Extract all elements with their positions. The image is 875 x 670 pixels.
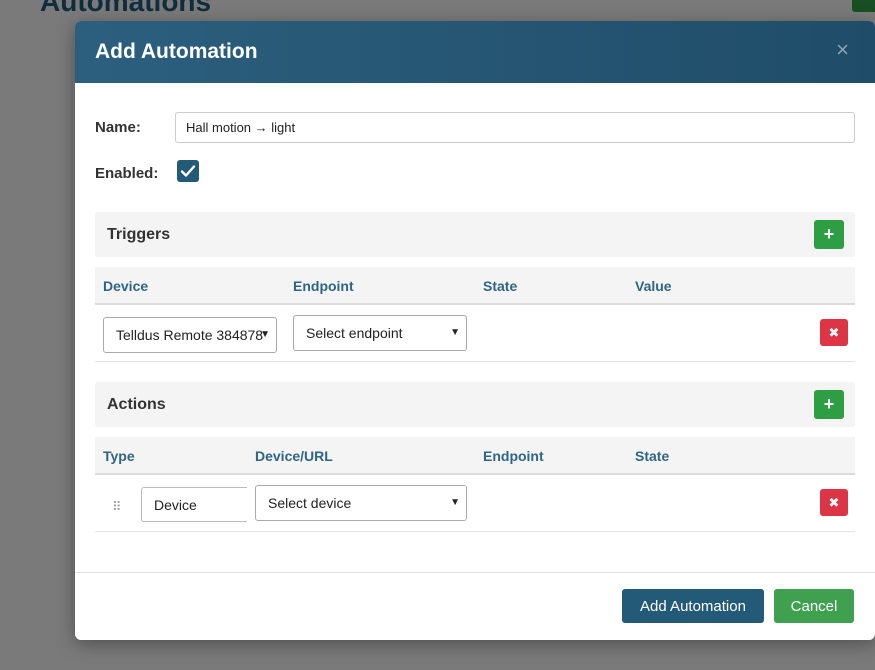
triggers-title: Triggers — [107, 225, 171, 243]
chevron-down-icon: ▼ — [450, 327, 460, 338]
checkmark-icon — [180, 165, 196, 177]
enabled-label: Enabled: — [95, 165, 159, 182]
actions-title: Actions — [107, 395, 166, 413]
trigger-endpoint-value: Select endpoint — [306, 325, 403, 341]
trigger-endpoint-select[interactable]: Select endpoint ▼ — [293, 315, 467, 351]
action-type-value: Device — [154, 496, 197, 513]
plus-icon: + — [823, 224, 835, 244]
column-header-state: State — [483, 278, 518, 294]
action-row-divider — [95, 531, 855, 532]
drag-handle-icon[interactable]: ⠿ — [112, 499, 121, 515]
column-header-endpoint: Endpoint — [483, 448, 544, 464]
add-automation-dialog: Add Automation × Name: Enabled: Triggers… — [75, 21, 875, 640]
action-device-select[interactable]: Select device ▼ — [255, 485, 467, 521]
delete-icon: ✖ — [828, 324, 840, 340]
column-header-device: Device — [103, 278, 149, 294]
close-icon[interactable]: × — [836, 39, 849, 61]
name-label: Name: — [95, 119, 141, 136]
column-header-device-url: Device/URL — [255, 448, 333, 464]
enabled-checkbox[interactable] — [177, 160, 199, 182]
delete-icon: ✖ — [828, 494, 840, 510]
delete-action-button[interactable]: ✖ — [820, 489, 848, 516]
add-action-button[interactable]: + — [814, 390, 844, 419]
chevron-down-icon: ▼ — [260, 329, 270, 340]
trigger-device-select[interactable]: Telldus Remote 384878 ▼ — [103, 317, 277, 353]
triggers-table-header: Device Endpoint State Value — [95, 267, 855, 305]
add-trigger-button[interactable]: + — [814, 220, 844, 249]
column-header-endpoint: Endpoint — [293, 278, 354, 294]
dialog-title: Add Automation — [95, 40, 258, 63]
chevron-down-icon: ▼ — [450, 497, 460, 508]
plus-icon: + — [823, 394, 835, 414]
cancel-button[interactable]: Cancel — [774, 589, 854, 623]
action-device-value: Select device — [268, 495, 352, 511]
actions-section-header: Actions + — [95, 382, 855, 427]
column-header-state: State — [635, 448, 670, 464]
column-header-type: Type — [103, 448, 135, 464]
name-input[interactable] — [175, 112, 855, 143]
trigger-row-divider — [95, 361, 855, 362]
dialog-header: Add Automation × — [75, 21, 875, 83]
footer-divider — [75, 572, 875, 573]
add-automation-button[interactable]: Add Automation — [622, 589, 764, 623]
action-type-field[interactable]: Device — [141, 487, 247, 522]
column-header-value: Value — [635, 278, 672, 294]
trigger-device-value: Telldus Remote 384878 — [116, 327, 264, 343]
actions-table-header: Type Device/URL Endpoint State — [95, 437, 855, 475]
triggers-section-header: Triggers + — [95, 212, 855, 257]
delete-trigger-button[interactable]: ✖ — [820, 319, 848, 346]
